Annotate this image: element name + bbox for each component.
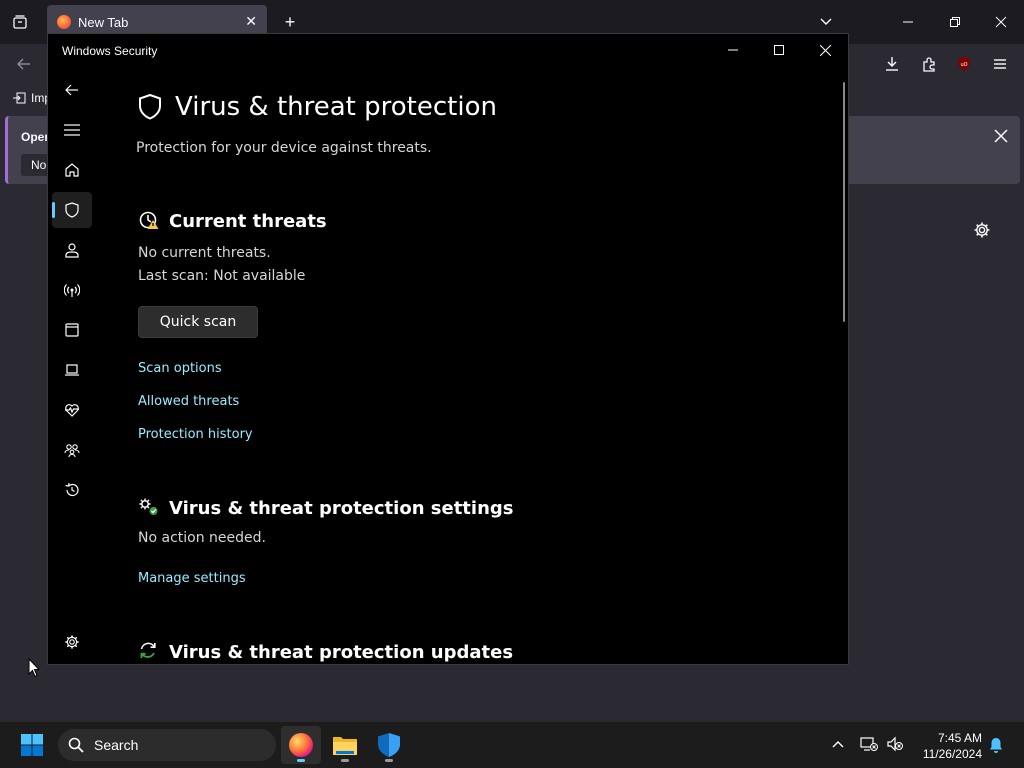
- mouse-cursor-icon: [28, 657, 41, 683]
- nav-protection-history[interactable]: [52, 472, 92, 508]
- close-icon[interactable]: [991, 12, 1011, 32]
- current-threats-icon: [138, 210, 160, 235]
- taskbar-firefox[interactable]: [281, 726, 321, 764]
- nav-virus-threat-protection[interactable]: [52, 192, 92, 228]
- close-notification-icon[interactable]: [991, 126, 1011, 146]
- restore-icon[interactable]: [945, 12, 965, 32]
- close-tab-icon[interactable]: ✕: [245, 13, 257, 30]
- import-icon: [13, 92, 26, 104]
- chevron-down-icon[interactable]: [816, 12, 836, 32]
- settings-status: No action needed.: [138, 530, 266, 546]
- last-scan-status: Last scan: Not available: [138, 268, 306, 284]
- nav-firewall-network[interactable]: [52, 272, 92, 308]
- home-icon: [65, 163, 79, 177]
- tab-list-icon[interactable]: [10, 12, 30, 32]
- windows-security-shield-icon: [378, 733, 400, 757]
- app-window-icon: [65, 323, 79, 337]
- show-hidden-icons-chevron-icon[interactable]: [830, 736, 846, 752]
- search-icon: [68, 737, 84, 756]
- menu-icon[interactable]: [990, 54, 1010, 74]
- new-tab-icon[interactable]: +: [280, 12, 300, 32]
- tab-title: New Tab: [78, 14, 129, 30]
- clock-time: 7:45 AM: [937, 731, 982, 745]
- wireless-antenna-icon: [64, 284, 80, 297]
- heart-pulse-icon: [65, 404, 79, 417]
- settings-heading: Virus & threat protection settings: [169, 498, 514, 519]
- nav-settings[interactable]: [52, 624, 92, 660]
- family-icon: [64, 444, 80, 458]
- threat-status: No current threats.: [138, 245, 271, 261]
- notification-bell-icon[interactable]: [988, 736, 1004, 754]
- settings-gears-icon: [138, 497, 160, 522]
- nav-app-browser-control[interactable]: [52, 312, 92, 348]
- protection-history-link[interactable]: Protection history: [138, 427, 253, 442]
- minimize-icon[interactable]: [898, 12, 918, 32]
- quick-scan-button[interactable]: Quick scan: [138, 306, 258, 338]
- back-button[interactable]: [52, 72, 92, 108]
- page-shield-icon: [138, 93, 162, 125]
- download-icon[interactable]: [882, 54, 902, 74]
- taskbar-file-explorer[interactable]: [325, 726, 365, 764]
- firefox-logo-icon: [57, 15, 71, 29]
- manage-settings-link[interactable]: Manage settings: [138, 571, 246, 586]
- back-arrow-icon: [65, 84, 78, 96]
- gear-icon: [65, 635, 79, 649]
- back-icon[interactable]: [14, 54, 34, 74]
- clock-date: 11/26/2024: [922, 747, 982, 761]
- extensions-icon[interactable]: [919, 54, 939, 74]
- navigation-rail: [48, 72, 96, 664]
- folder-icon: [333, 737, 357, 755]
- scan-options-link[interactable]: Scan options: [138, 361, 222, 376]
- nav-account-protection[interactable]: [52, 232, 92, 268]
- page-subtitle: Protection for your device against threa…: [136, 140, 432, 156]
- volume-muted-icon[interactable]: [886, 736, 904, 752]
- nav-device-security[interactable]: [52, 352, 92, 388]
- taskbar-search-box[interactable]: Search: [58, 729, 276, 761]
- taskbar-windows-security[interactable]: [369, 726, 409, 764]
- history-icon: [65, 482, 79, 497]
- hamburger-menu-button[interactable]: [52, 112, 92, 148]
- start-button[interactable]: [12, 726, 52, 764]
- ublock-origin-icon[interactable]: uO: [954, 54, 974, 74]
- nav-device-performance-health[interactable]: [52, 392, 92, 428]
- newtab-settings-gear-icon[interactable]: [972, 220, 992, 240]
- svg-text:uO: uO: [960, 62, 967, 68]
- nav-home[interactable]: [52, 152, 92, 188]
- hamburger-icon: [64, 124, 80, 136]
- current-threats-heading: Current threats: [169, 211, 327, 232]
- windows-logo-icon: [21, 734, 43, 756]
- laptop-icon: [65, 364, 79, 376]
- network-disconnected-icon[interactable]: [860, 736, 878, 752]
- page-title: Virus & threat protection: [175, 92, 497, 122]
- search-placeholder: Search: [94, 737, 139, 753]
- firefox-logo-icon: [289, 733, 313, 757]
- windows-security-window: Windows Security Virus & threat protecti…: [47, 33, 849, 665]
- taskbar: Search 7:45 AM 11/26/2024: [0, 721, 1024, 768]
- scrollbar[interactable]: [843, 82, 845, 322]
- allowed-threats-link[interactable]: Allowed threats: [138, 394, 239, 409]
- main-content: Virus & threat protection Protection for…: [136, 34, 836, 664]
- updates-heading: Virus & threat protection updates: [169, 642, 514, 663]
- nav-family-options[interactable]: [52, 432, 92, 468]
- updates-refresh-icon: [138, 641, 160, 664]
- person-icon: [65, 243, 79, 258]
- import-bookmarks-link[interactable]: Imp: [12, 91, 51, 105]
- taskbar-clock[interactable]: 7:45 AM 11/26/2024: [916, 730, 982, 762]
- shield-icon: [65, 202, 79, 218]
